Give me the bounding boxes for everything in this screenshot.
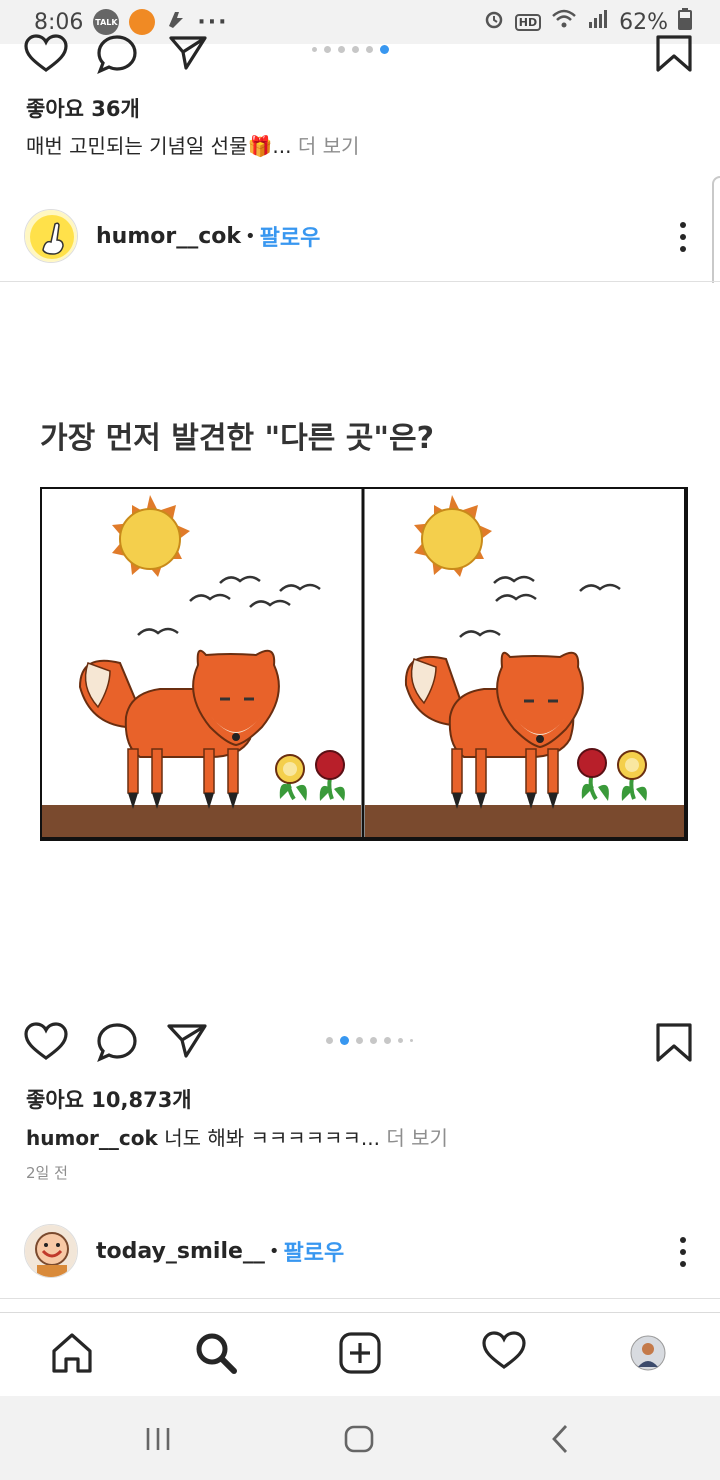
post-username[interactable]: today_smile__ [96,1239,265,1264]
spot-the-difference-illustration [40,487,688,841]
avatar[interactable] [24,209,78,263]
comment-bubble-icon[interactable] [96,1022,138,1068]
avatar[interactable] [24,1224,78,1278]
bookmark-icon[interactable] [655,34,693,78]
alarm-icon [483,8,505,36]
follow-button[interactable]: 팔로우 [260,220,321,252]
back-icon[interactable] [550,1424,570,1458]
more-link[interactable]: 더 보기 [386,1126,448,1150]
status-time: 8:06 [34,9,84,35]
heart-icon[interactable] [24,1022,68,1066]
more-notifications-icon: ··· [197,9,229,35]
home-icon[interactable] [50,1331,94,1379]
heart-icon[interactable] [482,1331,526,1375]
more-vertical-icon[interactable] [680,222,686,252]
follow-button[interactable]: 팔로우 [284,1235,345,1267]
post-header: today_smile__ • 팔로우 [0,1215,720,1287]
hd-voice-icon: HD [514,13,542,31]
divider [0,1298,720,1299]
caption-text: 너도 해봐 ㅋㅋㅋㅋㅋㅋ... [164,1126,380,1150]
prev-post-caption: 매번 고민되는 기념일 선물🎁... 더 보기 [26,130,359,159]
prev-post-likes[interactable]: 좋아요 36개 [26,93,140,123]
paper-plane-icon[interactable] [166,1022,208,1064]
post-image[interactable]: 가장 먼저 발견한 "다른 곳"은? [0,283,720,1003]
profile-avatar[interactable] [630,1335,666,1375]
carousel-indicator [312,45,389,54]
image-title: 가장 먼저 발견한 "다른 곳"은? [40,421,435,456]
heart-icon[interactable] [24,34,68,78]
recent-apps-icon[interactable] [144,1426,172,1456]
post-time: 2일 전 [26,1164,68,1182]
carousel-indicator [326,1036,413,1045]
battery-level: 62% [619,9,668,35]
app-notification-icon [165,8,187,36]
post-caption: humor__cok 너도 해봐 ㅋㅋㅋㅋㅋㅋ... 더 보기 [26,1122,448,1151]
home-button-icon[interactable] [344,1425,374,1457]
post-likes[interactable]: 좋아요 10,873개 [26,1084,192,1114]
bookmark-icon[interactable] [655,1022,693,1068]
search-icon[interactable] [194,1331,238,1379]
post-actions [0,1022,720,1082]
caption-username[interactable]: humor__cok [26,1126,158,1150]
paper-plane-icon[interactable] [168,34,208,76]
signal-icon [587,8,609,36]
comment-bubble-icon[interactable] [96,34,138,80]
more-vertical-icon[interactable] [680,1237,686,1267]
divider [0,281,720,282]
separator-dot: • [245,225,256,247]
more-link[interactable]: 더 보기 [298,134,360,158]
post-username[interactable]: humor__cok [96,224,241,249]
bottom-navigation [0,1312,720,1396]
system-navigation-bar [0,1396,720,1480]
separator-dot: • [268,1240,280,1262]
kakaotalk-icon: TALK [93,9,120,35]
post-header: humor__cok • 팔로우 [0,200,720,272]
music-app-icon [129,9,156,35]
wifi-icon [551,8,577,36]
battery-icon [678,8,692,36]
caption-text: 매번 고민되는 기념일 선물🎁... [26,134,292,158]
add-post-icon[interactable] [338,1331,382,1379]
prev-post-actions [0,34,720,100]
